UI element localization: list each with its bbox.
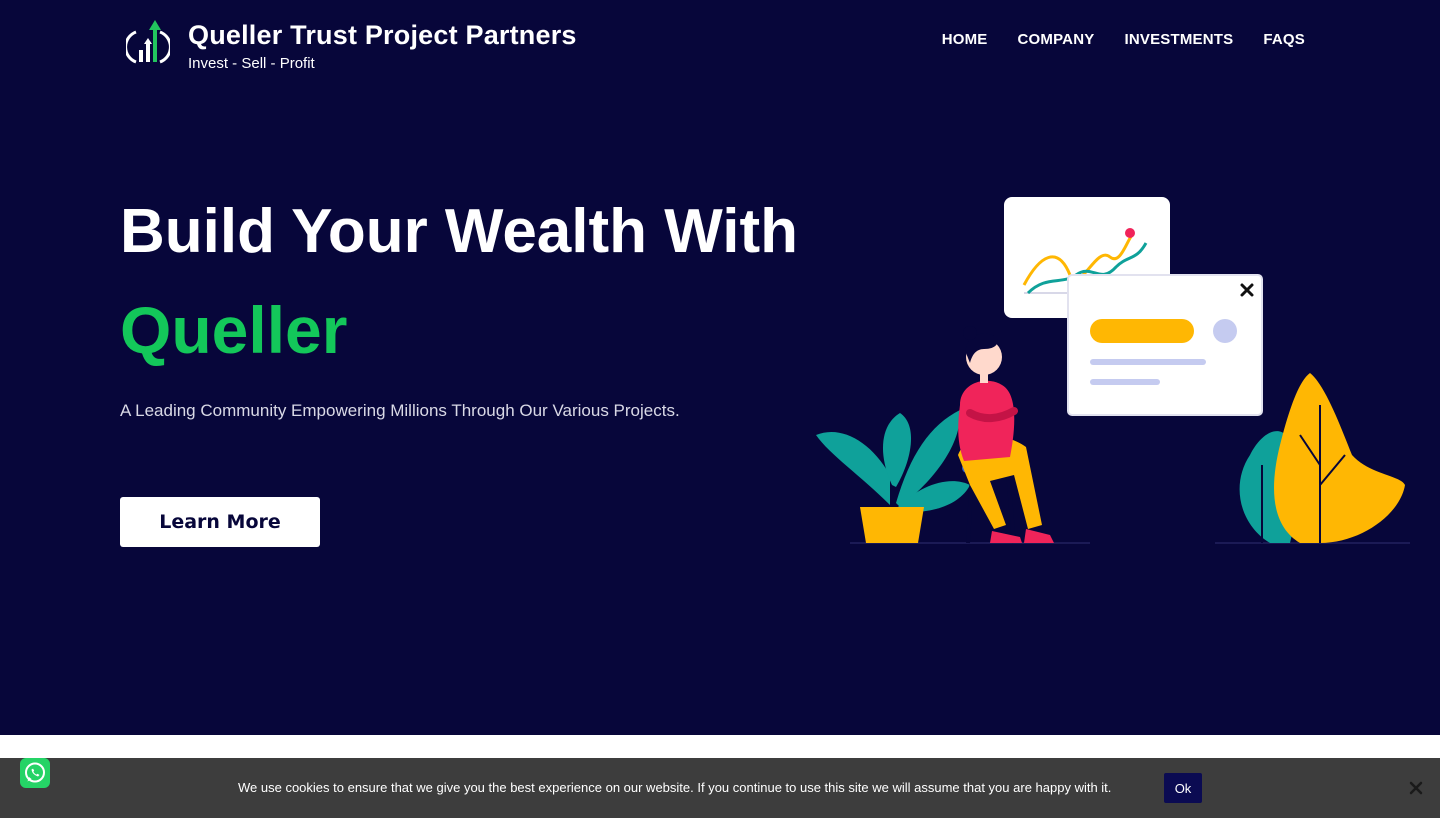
close-icon[interactable] (1405, 777, 1427, 799)
learn-more-button[interactable]: Learn More (120, 497, 320, 547)
whatsapp-icon[interactable] (20, 758, 50, 788)
popup-card (1067, 274, 1263, 416)
hero-illustration (816, 197, 1410, 544)
cookie-ok-button[interactable]: Ok (1164, 773, 1202, 803)
nav-company[interactable]: COMPANY (1018, 31, 1095, 48)
brand-name[interactable]: Queller Trust Project Partners (188, 20, 577, 51)
site-header: Queller Trust Project Partners Invest - … (0, 0, 1440, 90)
main-nav: HOME COMPANY INVESTMENTS FAQS (942, 31, 1305, 48)
bushes (1239, 373, 1405, 543)
hero-highlight: Queller (120, 293, 348, 367)
brand-tagline: Invest - Sell - Profit (188, 55, 315, 72)
nav-home[interactable]: HOME (942, 31, 988, 48)
hero-title: Build Your Wealth With (120, 197, 798, 266)
woman-figure (958, 326, 1054, 544)
potted-plant (816, 410, 970, 543)
cookie-notice: We use cookies to ensure that we give yo… (0, 758, 1440, 818)
growth-arrows-logo-icon[interactable] (126, 16, 170, 68)
nav-faqs[interactable]: FAQS (1263, 31, 1305, 48)
section-divider (0, 735, 1440, 758)
cookie-text: We use cookies to ensure that we give yo… (238, 780, 1112, 795)
nav-investments[interactable]: INVESTMENTS (1124, 31, 1233, 48)
hero-subtitle: A Leading Community Empowering Millions … (120, 401, 680, 420)
